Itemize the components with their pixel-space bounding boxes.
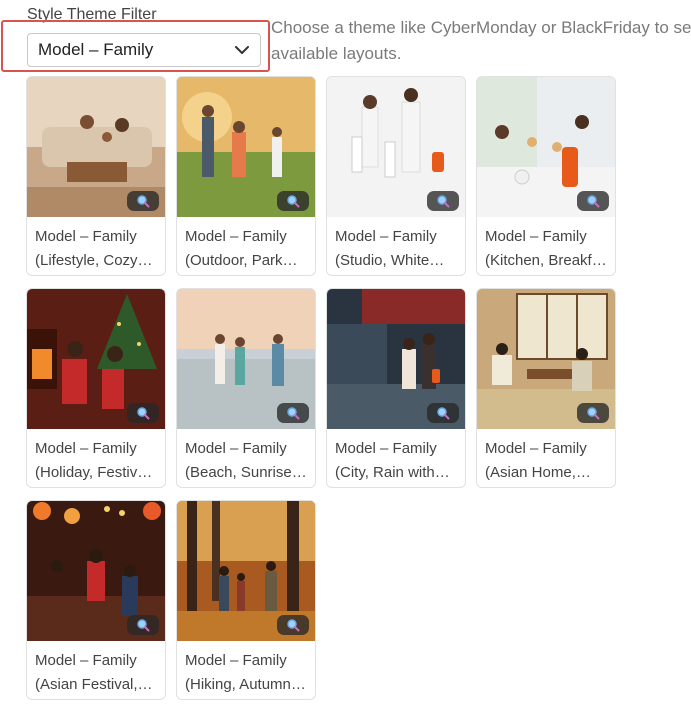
magnify-icon [437,407,450,420]
theme-thumbnail [177,501,315,641]
chevron-down-icon [234,42,250,58]
select-value: Model – Family [38,40,154,59]
theme-card[interactable]: Model – Family (Holiday, Festive… [26,288,166,488]
theme-thumbnail [177,77,315,217]
zoom-button[interactable] [127,615,159,635]
magnify-icon [287,619,300,632]
zoom-button[interactable] [577,191,609,211]
theme-card[interactable]: Model – Family (Studio, White… [326,76,466,276]
magnify-icon [287,407,300,420]
theme-card[interactable]: Model – Family (Asian Festival,… [26,500,166,700]
theme-card-caption: Model – Family (Asian Home,… [485,440,591,481]
zoom-button[interactable] [427,403,459,423]
theme-thumbnail [327,289,465,429]
theme-card-caption: Model – Family (Studio, White… [335,228,445,269]
theme-thumbnail [27,77,165,217]
zoom-button[interactable] [277,615,309,635]
theme-card-caption: Model – Family (Holiday, Festive… [35,440,157,481]
theme-card-caption: Model – Family (Kitchen, Breakfa… [485,228,607,269]
zoom-button[interactable] [127,403,159,423]
theme-card-caption: Model – Family (Outdoor, Park… [185,228,298,269]
theme-thumbnail [477,289,615,429]
theme-card-caption: Model – Family (Lifestyle, Cozy… [35,228,153,269]
theme-thumbnail [27,501,165,641]
theme-card-caption: Model – Family (City, Rain with… [335,440,450,481]
zoom-button[interactable] [577,403,609,423]
zoom-button[interactable] [127,191,159,211]
theme-card[interactable]: Model – Family (City, Rain with… [326,288,466,488]
theme-card[interactable]: Model – Family (Kitchen, Breakfa… [476,76,616,276]
theme-card[interactable]: Model – Family (Hiking, Autumn… [176,500,316,700]
magnify-icon [137,407,150,420]
magnify-icon [287,195,300,208]
magnify-icon [137,619,150,632]
theme-thumbnail [477,77,615,217]
theme-thumbnail [27,289,165,429]
theme-thumbnail [327,77,465,217]
theme-thumbnail [177,289,315,429]
theme-card[interactable]: Model – Family (Asian Home,… [476,288,616,488]
filter-help-text: Choose a theme like CyberMonday or Black… [271,18,691,63]
theme-card-caption: Model – Family (Beach, Sunrise… [185,440,307,481]
theme-card[interactable]: Model – Family (Beach, Sunrise… [176,288,316,488]
zoom-button[interactable] [277,403,309,423]
magnify-icon [587,195,600,208]
magnify-icon [587,407,600,420]
theme-card[interactable]: Model – Family (Lifestyle, Cozy… [26,76,166,276]
theme-card[interactable]: Model – Family (Outdoor, Park… [176,76,316,276]
zoom-button[interactable] [277,191,309,211]
theme-card-caption: Model – Family (Asian Festival,… [35,652,153,693]
theme-grid: Model – Family (Lifestyle, Cozy… Model – … [26,76,616,700]
theme-filter-select[interactable]: Model – Family [27,33,261,67]
zoom-button[interactable] [427,191,459,211]
magnify-icon [437,195,450,208]
theme-card-caption: Model – Family (Hiking, Autumn… [185,652,306,693]
magnify-icon [137,195,150,208]
